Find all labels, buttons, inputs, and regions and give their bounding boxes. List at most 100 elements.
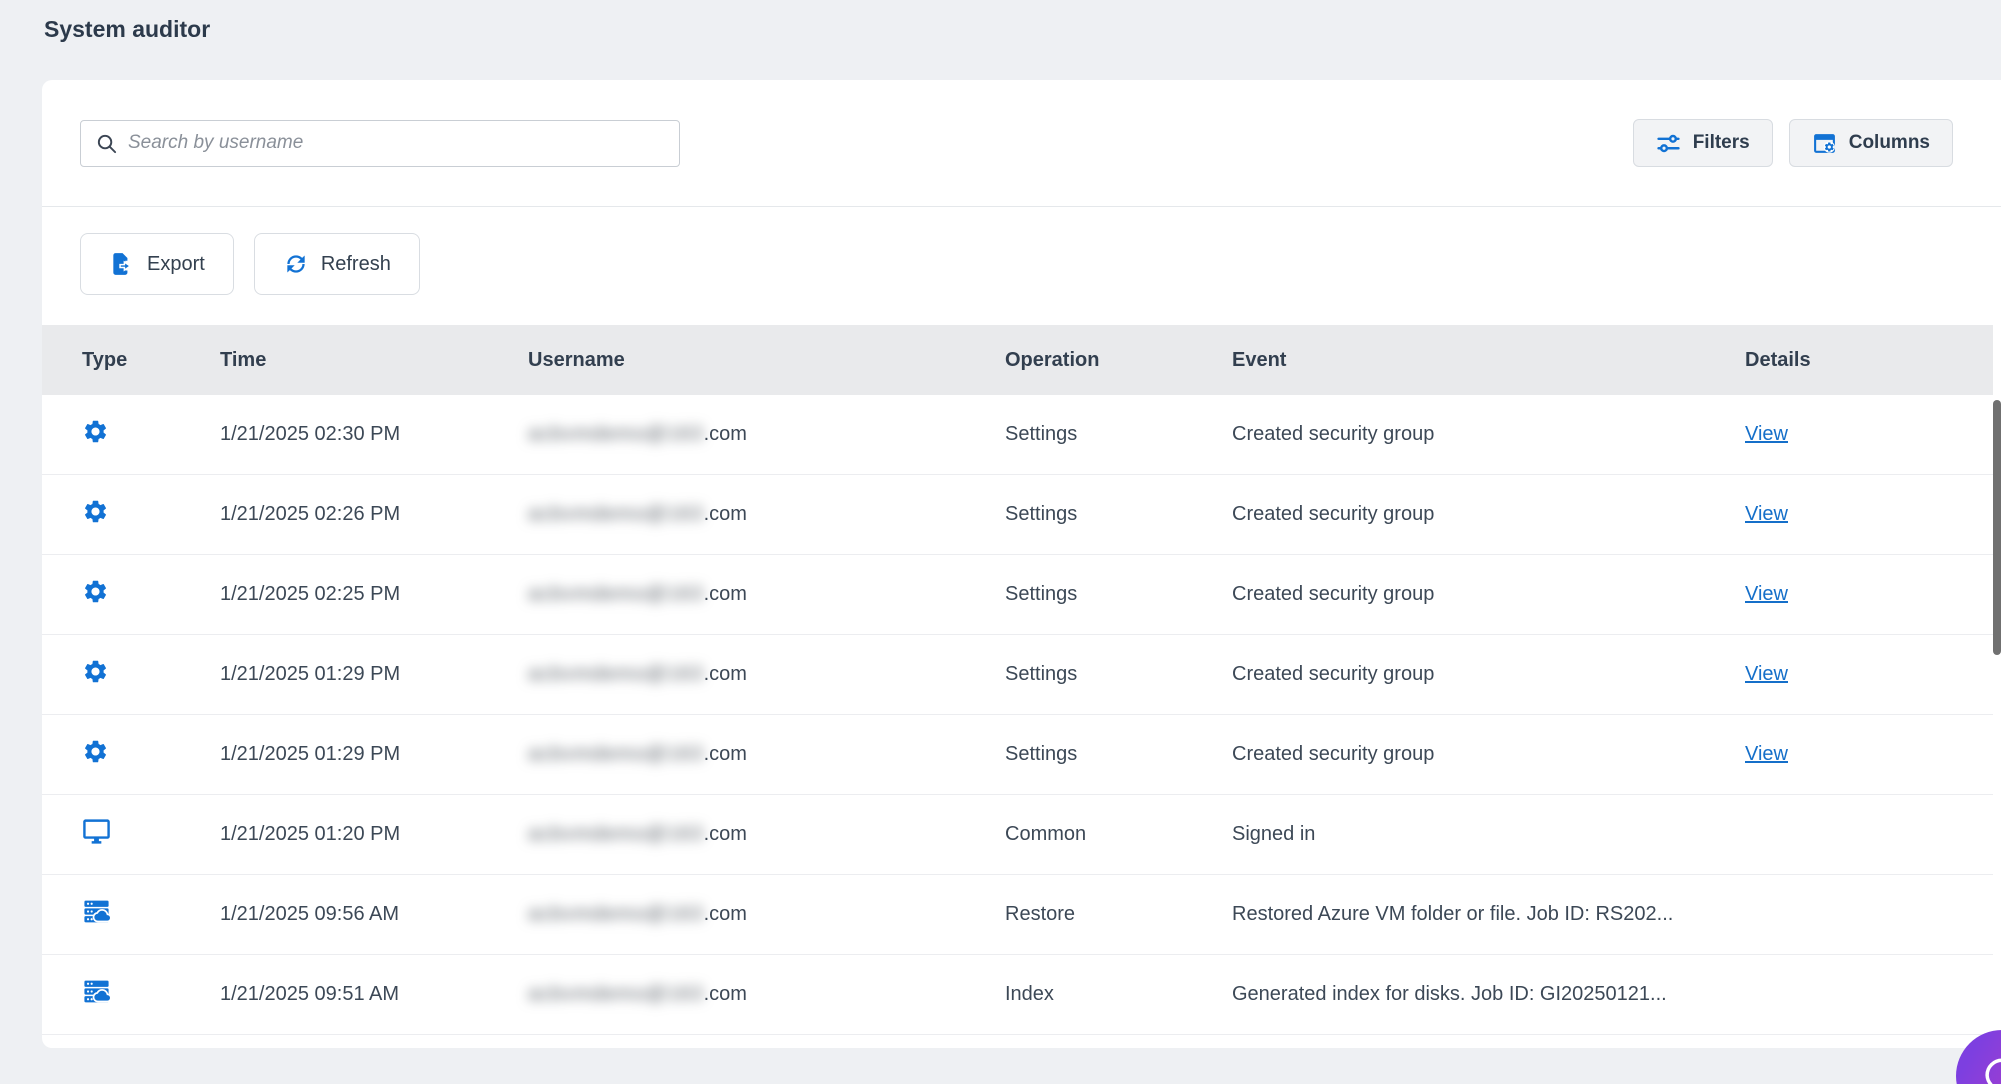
server-cloud-icon xyxy=(82,977,111,1006)
row-username-suffix: .com xyxy=(704,743,747,766)
row-username: acbvmdemo@163.com xyxy=(528,575,1005,614)
row-operation: Settings xyxy=(1005,663,1232,686)
row-time: 1/21/2025 09:51 AM xyxy=(220,983,528,1006)
row-username-suffix: .com xyxy=(704,903,747,926)
row-username-suffix: .com xyxy=(704,983,747,1006)
gear-icon xyxy=(82,738,109,765)
gear-icon xyxy=(82,418,109,445)
view-details-link[interactable]: View xyxy=(1745,503,1788,525)
row-time: 1/21/2025 02:26 PM xyxy=(220,503,528,526)
filters-icon xyxy=(1656,131,1681,156)
column-header-time: Time xyxy=(220,349,528,372)
column-header-type: Type xyxy=(42,349,220,372)
row-operation: Index xyxy=(1005,983,1232,1006)
top-toolbar: Filters Columns xyxy=(42,80,2001,207)
gear-icon xyxy=(82,578,109,605)
row-username-suffix: .com xyxy=(704,663,747,686)
table-header: Type Time Username Operation Event Detai… xyxy=(42,325,1993,395)
row-username: acbvmdemo@163.com xyxy=(528,975,1005,1014)
row-username-suffix: .com xyxy=(704,503,747,526)
row-time: 1/21/2025 01:29 PM xyxy=(220,743,528,766)
row-event: Created security group xyxy=(1232,663,1745,686)
table-row: 1/21/2025 09:56 AM acbvmdemo@163.com Res… xyxy=(42,875,1993,955)
search-input[interactable] xyxy=(128,132,665,154)
row-username: acbvmdemo@163.com xyxy=(528,895,1005,934)
row-operation: Settings xyxy=(1005,743,1232,766)
vertical-scrollbar-thumb[interactable] xyxy=(1993,400,2001,655)
column-header-details: Details xyxy=(1745,349,1993,372)
search-icon xyxy=(95,132,118,155)
row-username-redacted: acbvmdemo@163 xyxy=(528,975,704,1014)
table-row: 1/21/2025 09:51 AM acbvmdemo@163.com Ind… xyxy=(42,955,1993,1035)
page-title: System auditor xyxy=(44,16,210,43)
view-details-link[interactable]: View xyxy=(1745,743,1788,765)
row-event: Created security group xyxy=(1232,583,1745,606)
row-event: Generated index for disks. Job ID: GI202… xyxy=(1232,983,1745,1006)
columns-button[interactable]: Columns xyxy=(1789,119,1953,167)
row-username-redacted: acbvmdemo@163 xyxy=(528,575,704,614)
row-username-suffix: .com xyxy=(704,823,747,846)
row-operation: Settings xyxy=(1005,503,1232,526)
row-time: 1/21/2025 02:25 PM xyxy=(220,583,528,606)
row-username-suffix: .com xyxy=(704,423,747,446)
gear-icon xyxy=(82,498,109,525)
row-time: 1/21/2025 09:56 AM xyxy=(220,903,528,926)
refresh-icon xyxy=(283,251,309,277)
row-operation: Restore xyxy=(1005,903,1232,926)
table-row: 1/21/2025 01:20 PM acbvmdemo@163.com Com… xyxy=(42,795,1993,875)
refresh-button-label: Refresh xyxy=(321,253,391,276)
gear-icon xyxy=(82,658,109,685)
actions-toolbar: Export Refresh xyxy=(42,207,2001,325)
row-username: acbvmdemo@163.com xyxy=(528,735,1005,774)
row-event: Created security group xyxy=(1232,743,1745,766)
row-time: 1/21/2025 02:30 PM xyxy=(220,423,528,446)
search-box[interactable] xyxy=(80,120,680,167)
row-username: acbvmdemo@163.com xyxy=(528,655,1005,694)
column-header-event: Event xyxy=(1232,349,1745,372)
row-username-redacted: acbvmdemo@163 xyxy=(528,415,704,454)
export-button[interactable]: Export xyxy=(80,233,234,295)
column-header-operation: Operation xyxy=(1005,349,1232,372)
table-row: 1/21/2025 02:30 PM acbvmdemo@163.com Set… xyxy=(42,395,1993,475)
row-username-redacted: acbvmdemo@163 xyxy=(528,815,704,854)
vertical-scrollbar-track[interactable] xyxy=(1993,396,2001,1048)
row-username-suffix: .com xyxy=(704,583,747,606)
table-row: 1/21/2025 01:29 PM acbvmdemo@163.com Set… xyxy=(42,715,1993,795)
row-event: Restored Azure VM folder or file. Job ID… xyxy=(1232,903,1745,926)
refresh-button[interactable]: Refresh xyxy=(254,233,420,295)
row-username: acbvmdemo@163.com xyxy=(528,495,1005,534)
filters-button-label: Filters xyxy=(1693,132,1750,154)
auditor-card: Filters Columns Export Refresh Type Time… xyxy=(42,80,2001,1048)
row-time: 1/21/2025 01:20 PM xyxy=(220,823,528,846)
row-username-redacted: acbvmdemo@163 xyxy=(528,895,704,934)
row-time: 1/21/2025 01:29 PM xyxy=(220,663,528,686)
view-details-link[interactable]: View xyxy=(1745,663,1788,685)
row-operation: Settings xyxy=(1005,423,1232,446)
row-operation: Settings xyxy=(1005,583,1232,606)
row-username: acbvmdemo@163.com xyxy=(528,415,1005,454)
columns-icon xyxy=(1812,131,1837,156)
row-username: acbvmdemo@163.com xyxy=(528,815,1005,854)
export-icon xyxy=(109,251,135,277)
row-event: Created security group xyxy=(1232,503,1745,526)
chat-bubble-icon xyxy=(1981,1055,2001,1084)
row-username-redacted: acbvmdemo@163 xyxy=(528,735,704,774)
row-operation: Common xyxy=(1005,823,1232,846)
server-cloud-icon xyxy=(82,897,111,926)
table-body: 1/21/2025 02:30 PM acbvmdemo@163.com Set… xyxy=(42,395,1993,1035)
filters-button[interactable]: Filters xyxy=(1633,119,1773,167)
row-username-redacted: acbvmdemo@163 xyxy=(528,495,704,534)
table-row: 1/21/2025 01:29 PM acbvmdemo@163.com Set… xyxy=(42,635,1993,715)
view-details-link[interactable]: View xyxy=(1745,423,1788,445)
table-row: 1/21/2025 02:25 PM acbvmdemo@163.com Set… xyxy=(42,555,1993,635)
export-button-label: Export xyxy=(147,253,205,276)
column-header-username: Username xyxy=(528,349,1005,372)
audit-table: Type Time Username Operation Event Detai… xyxy=(42,325,1993,1035)
row-username-redacted: acbvmdemo@163 xyxy=(528,655,704,694)
columns-button-label: Columns xyxy=(1849,132,1930,154)
row-event: Signed in xyxy=(1232,823,1745,846)
toolbar-actions: Filters Columns xyxy=(1633,119,1953,167)
view-details-link[interactable]: View xyxy=(1745,583,1788,605)
monitor-icon xyxy=(82,817,111,846)
table-row: 1/21/2025 02:26 PM acbvmdemo@163.com Set… xyxy=(42,475,1993,555)
